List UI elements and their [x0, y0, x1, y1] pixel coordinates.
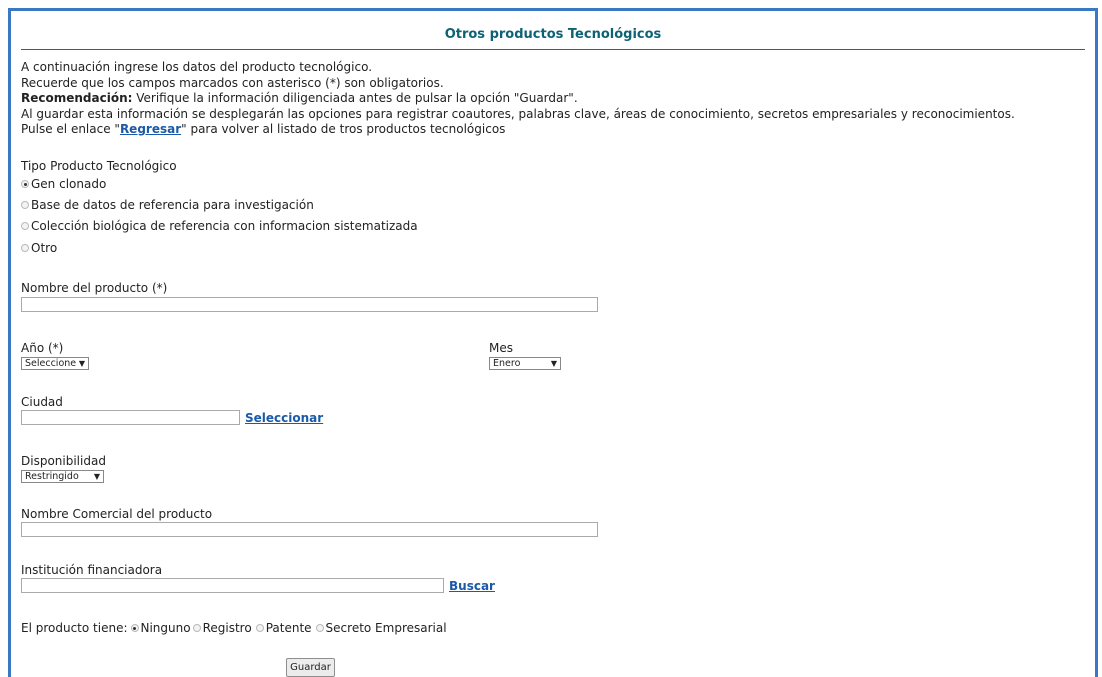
nombre-comercial-input[interactable] [21, 522, 598, 537]
tipo-label: Tipo Producto Tecnológico [21, 159, 177, 173]
radio-secreto[interactable] [315, 624, 324, 632]
recommendation-text: Verifique la información diligenciada an… [132, 91, 578, 105]
mes-label: Mes [489, 341, 513, 355]
anio-label: Año (*) [21, 341, 64, 355]
tipo-option-base[interactable]: Base de datos de referencia para investi… [21, 194, 418, 216]
page-title: Otros productos Tecnológicos [21, 21, 1085, 50]
nombre-comercial-section: Nombre Comercial del producto [21, 507, 598, 540]
producto-tiene-section: El producto tiene: Ninguno Registro Pate… [21, 621, 447, 635]
tipo-option-otro[interactable]: Otro [21, 237, 418, 259]
seleccionar-link[interactable]: Seleccionar [245, 411, 323, 425]
radio-patente[interactable] [255, 624, 264, 632]
anio-section: Año (*) Seleccione ▼ [21, 341, 89, 370]
intro-text: A continuación ingrese los datos del pro… [21, 60, 1015, 138]
intro-line-5: Pulse el enlace "Regresar" para volver a… [21, 122, 1015, 138]
ciudad-section: Ciudad Seleccionar [21, 395, 323, 428]
nombre-input[interactable] [21, 297, 598, 312]
buscar-link[interactable]: Buscar [449, 579, 495, 593]
intro-line-4: Al guardar esta información se desplegar… [21, 106, 1015, 121]
radio-registro[interactable] [192, 624, 201, 632]
ciudad-row: Seleccionar [21, 410, 323, 425]
intro-line-3: Recomendación: Verifique la información … [21, 91, 1015, 107]
producto-tiene-row: El producto tiene: Ninguno Registro Pate… [21, 621, 447, 635]
disponibilidad-section: Disponibilidad Restringido ▼ [21, 454, 106, 483]
intro-line-2: Recuerde que los campos marcados con ast… [21, 75, 444, 90]
chevron-down-icon: ▼ [550, 359, 557, 368]
regresar-link[interactable]: Regresar [120, 122, 181, 136]
tipo-option-label: Base de datos de referencia para investi… [31, 197, 314, 212]
institucion-row: Buscar [21, 578, 495, 593]
tipo-option-label: Otro [31, 240, 58, 255]
nombre-section: Nombre del producto (*) [21, 281, 598, 315]
option-registro-label: Registro [202, 621, 252, 635]
mes-section: Mes Enero ▼ [489, 341, 561, 370]
ciudad-input[interactable] [21, 410, 240, 425]
producto-tiene-label: El producto tiene: [21, 621, 128, 635]
option-patente-label: Patente [265, 621, 312, 635]
tipo-option-coleccion[interactable]: Colección biológica de referencia con in… [21, 216, 418, 238]
institucion-section: Institución financiadora Buscar [21, 563, 495, 596]
radio-base-datos[interactable] [21, 200, 29, 209]
form-panel: Otros productos Tecnológicos A continuac… [8, 8, 1098, 677]
radio-coleccion[interactable] [21, 222, 29, 231]
nombre-label: Nombre del producto (*) [21, 281, 168, 295]
institucion-input[interactable] [21, 578, 444, 593]
disponibilidad-selected: Restringido [25, 471, 79, 482]
mes-select[interactable]: Enero ▼ [489, 357, 561, 370]
disponibilidad-label: Disponibilidad [21, 454, 106, 468]
tipo-option-label: Colección biológica de referencia con in… [31, 219, 418, 234]
chevron-down-icon: ▼ [93, 472, 100, 481]
tipo-option-label: Gen clonado [31, 177, 107, 191]
intro-line-1: A continuación ingrese los datos del pro… [21, 60, 373, 74]
tipo-option-gen[interactable]: Gen clonado [21, 174, 418, 194]
anio-selected: Seleccione [25, 358, 77, 369]
option-secreto-label: Secreto Empresarial [325, 621, 447, 635]
nombre-comercial-label: Nombre Comercial del producto [21, 507, 213, 521]
radio-ninguno[interactable] [130, 624, 139, 632]
radio-otro[interactable] [21, 243, 29, 252]
radio-gen-clonado[interactable] [21, 180, 29, 188]
mes-selected: Enero [493, 358, 521, 369]
intro-line-5-post: " para volver al listado de tros product… [181, 122, 506, 136]
recommendation-label: Recomendación: [21, 91, 133, 105]
disponibilidad-select[interactable]: Restringido ▼ [21, 470, 104, 483]
anio-select[interactable]: Seleccione ▼ [21, 357, 89, 370]
chevron-down-icon: ▼ [78, 359, 85, 368]
save-button[interactable]: Guardar [286, 658, 335, 677]
intro-line-5-pre: Pulse el enlace " [21, 122, 120, 136]
option-ninguno-label: Ninguno [140, 621, 191, 635]
ciudad-label: Ciudad [21, 395, 63, 409]
institucion-label: Institución financiadora [21, 563, 163, 577]
tipo-section: Tipo Producto Tecnológico Gen clonado Ba… [21, 159, 418, 259]
